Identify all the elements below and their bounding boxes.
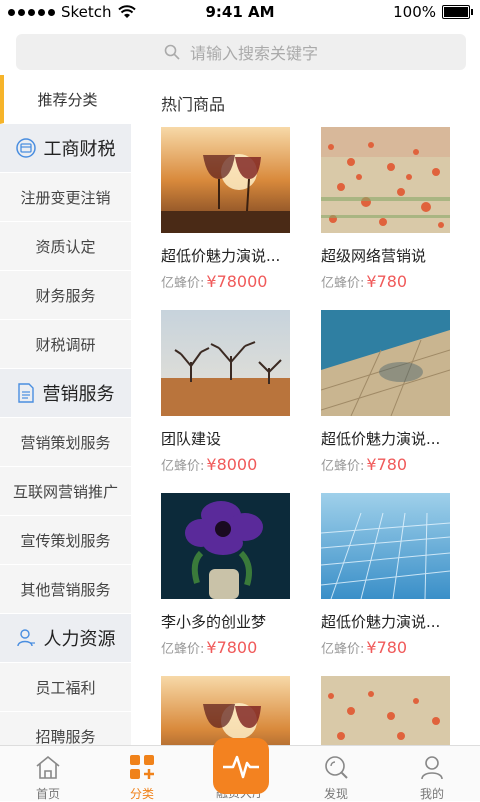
product-image-flowers: [321, 676, 450, 745]
sidebar-item-other-marketing[interactable]: 其他营销服务: [0, 565, 131, 614]
product-card[interactable]: 超低价魅力演说... 亿蜂价: ¥780: [321, 493, 451, 657]
product-name: 超低价魅力演说...: [321, 613, 441, 631]
product-card[interactable]: 超低价魅力演说... 亿蜂价: ¥78000: [161, 127, 291, 291]
product-name: 超低价魅力演说...: [321, 430, 441, 448]
sidebar-item-tax-research[interactable]: 财税调研: [0, 320, 131, 369]
product-image-trees: [161, 310, 290, 416]
sidebar-group-label: 工商财税: [43, 139, 116, 160]
product-price: 亿蜂价: ¥78000: [161, 272, 268, 291]
product-price: 亿蜂价: ¥780: [321, 455, 408, 474]
product-image-wine: [161, 676, 290, 745]
product-name: 团队建设: [161, 430, 222, 448]
tab-home[interactable]: 首页: [8, 754, 88, 802]
product-name: 超低价魅力演说...: [161, 247, 281, 265]
product-price: 亿蜂价: ¥7800: [161, 638, 258, 657]
product-card[interactable]: 超级网络营销说 亿蜂价: ¥780: [321, 127, 451, 291]
product-image-tiles: [321, 493, 450, 599]
product-card[interactable]: [321, 676, 451, 745]
sidebar-item-finance-service[interactable]: 财务服务: [0, 271, 131, 320]
sidebar-item-marketing-plan[interactable]: 营销策划服务: [0, 418, 131, 467]
product-price: 亿蜂价: ¥780: [321, 272, 408, 291]
sidebar-group-marketing[interactable]: 营销服务: [0, 369, 131, 418]
user-icon: [421, 756, 443, 780]
discover-icon: [325, 756, 348, 779]
product-name: 超级网络营销说: [321, 247, 427, 265]
sidebar-group-label: 营销服务: [42, 384, 115, 405]
tab-discover[interactable]: 发现: [296, 754, 376, 802]
product-image-wine: [161, 127, 290, 233]
category-sidebar: 推荐分类 工商财税 注册变更注销 资质认定 财务服务 财税调研 营销服务 营销策…: [0, 75, 131, 761]
battery-icon: [442, 5, 473, 19]
sidebar-item-recommend[interactable]: 推荐分类: [0, 75, 131, 124]
sidebar-group-label: 人力资源: [43, 629, 116, 650]
section-title: 热门商品: [161, 95, 226, 114]
document-icon: [17, 383, 34, 403]
status-bar: Sketch 9:41 AM 100%: [0, 0, 480, 24]
finance-button[interactable]: [213, 738, 269, 794]
search-placeholder: 请输入搜索关键字: [189, 44, 318, 63]
product-card[interactable]: 李小多的创业梦 亿蜂价: ¥7800: [161, 493, 291, 657]
person-icon: [16, 629, 35, 647]
pulse-icon: [223, 755, 259, 779]
home-icon: [36, 755, 60, 779]
product-card[interactable]: 团队建设 亿蜂价: ¥8000: [161, 310, 291, 474]
battery-percent: 100%: [393, 3, 436, 21]
product-image-flower: [161, 493, 290, 599]
tab-mine[interactable]: 我的: [392, 754, 472, 802]
tab-category[interactable]: 分类: [102, 754, 182, 802]
search-input[interactable]: 请输入搜索关键字: [16, 34, 466, 70]
product-panel: 热门商品 超低价魅力演说... 亿蜂价: ¥78000 超级网络营销说 亿蜂价:…: [131, 75, 480, 745]
sidebar-group-hr[interactable]: 人力资源: [0, 614, 131, 663]
tab-bar: 首页 分类 融资大厅 发现 我的: [0, 738, 480, 802]
sidebar-item-registration[interactable]: 注册变更注销: [0, 173, 131, 222]
category-icon: [130, 755, 154, 779]
sidebar-item-internet-marketing[interactable]: 互联网营销推广: [0, 467, 131, 516]
product-card[interactable]: 超低价魅力演说... 亿蜂价: ¥780: [321, 310, 451, 474]
sidebar-item-welfare[interactable]: 员工福利: [0, 663, 131, 712]
product-name: 李小多的创业梦: [161, 613, 267, 631]
product-price: 亿蜂价: ¥8000: [161, 455, 258, 474]
product-image-pool: [321, 310, 450, 416]
tax-icon: [15, 138, 36, 158]
product-price: 亿蜂价: ¥780: [321, 638, 408, 657]
tab-finance[interactable]: 融资大厅: [200, 738, 280, 801]
product-image-flowers: [321, 127, 450, 233]
sidebar-item-qualification[interactable]: 资质认定: [0, 222, 131, 271]
sidebar-group-tax[interactable]: 工商财税: [0, 124, 131, 173]
product-card[interactable]: [161, 676, 291, 745]
sidebar-item-publicity[interactable]: 宣传策划服务: [0, 516, 131, 565]
search-icon: [164, 44, 180, 60]
